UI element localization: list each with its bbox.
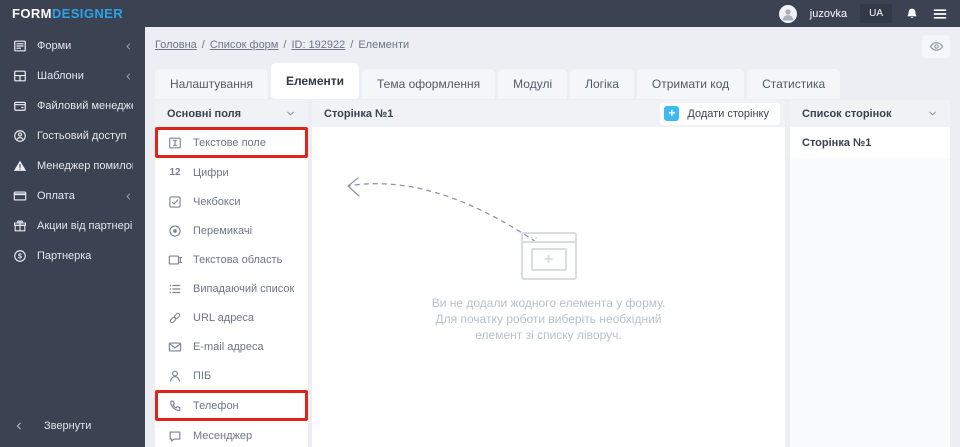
field-item-full-name[interactable]: ПІБ [155, 361, 308, 390]
empty-form-plus-icon: + [530, 248, 567, 271]
guest-access-icon [12, 129, 27, 143]
tab-elements[interactable]: Елементи [270, 63, 359, 99]
sidebar-items: Форми Шаблони Файловий менеджер Гостьови… [0, 31, 145, 271]
person-icon [167, 369, 183, 383]
formdesigner-app: FORMDESIGNER juzovka UA Форми Шаблони Фа… [0, 0, 960, 447]
breadcrumb-separator: / [283, 39, 287, 51]
breadcrumb-form-list[interactable]: Список форм [210, 39, 279, 51]
fields-list: Текстове поле 12 Цифри Чекбокси Перемика… [155, 127, 308, 447]
plus-icon: + [664, 106, 680, 121]
canvas-panel: Сторінка №1 + Додати сторінку + Ви не до… [312, 100, 785, 447]
sidebar-collapse-button[interactable]: Звернути [0, 413, 145, 439]
field-item-text-field[interactable]: Текстове поле [155, 127, 308, 158]
chevron-left-icon [124, 192, 133, 201]
chevron-left-icon [124, 42, 133, 51]
tab-get-code[interactable]: Отримати код [636, 69, 745, 99]
tab-settings[interactable]: Налаштування [155, 69, 268, 99]
chevron-down-icon[interactable] [285, 108, 296, 119]
dropdown-icon [167, 282, 183, 296]
tab-bar: Налаштування Елементи Тема оформлення Модул… [155, 63, 841, 99]
sidebar-item-error-manager[interactable]: Менеджер помилок [0, 151, 145, 181]
chevron-left-icon [14, 421, 24, 431]
breadcrumb: Головна / Список форм / ID: 192922 / Елементи [155, 39, 409, 51]
tab-modules[interactable]: Модулі [498, 69, 568, 99]
gift-icon [12, 219, 27, 233]
field-item-messenger[interactable]: Месенджер [155, 421, 308, 447]
pages-panel: Список сторінок Сторінка №1 [790, 100, 950, 447]
payment-icon [12, 189, 27, 203]
app-logo[interactable]: FORMDESIGNER [12, 6, 123, 21]
avatar-person-icon [782, 8, 794, 20]
sidebar-item-payment[interactable]: Оплата [0, 181, 145, 211]
templates-icon [12, 69, 27, 83]
empty-state: + Ви не додали жодного елемента у форму.… [312, 232, 785, 343]
username[interactable]: juzovka [810, 8, 847, 20]
messenger-icon [167, 429, 183, 443]
field-item-phone[interactable]: Телефон [155, 390, 308, 421]
checkbox-icon [167, 195, 183, 209]
field-item-url[interactable]: URL адреса [155, 303, 308, 332]
error-manager-icon [12, 159, 27, 173]
field-item-textarea[interactable]: Текстова область [155, 245, 308, 274]
sidebar-item-templates[interactable]: Шаблони [0, 61, 145, 91]
tab-logic[interactable]: Логіка [570, 69, 634, 99]
breadcrumb-form-id[interactable]: ID: 192922 [291, 39, 345, 51]
breadcrumb-home[interactable]: Головна [155, 39, 197, 51]
fields-panel: Основні поля Текстове поле 12 Цифри Чекб… [155, 100, 308, 447]
field-item-email[interactable]: E-mail адреса [155, 332, 308, 361]
user-avatar[interactable] [778, 4, 797, 23]
add-page-button[interactable]: + Додати сторінку [660, 102, 780, 125]
affiliate-icon: $ [12, 249, 27, 263]
form-icon [12, 39, 27, 53]
text-field-icon [167, 136, 183, 150]
chevron-down-icon[interactable] [927, 108, 938, 119]
add-page-label: Додати сторінку [687, 107, 769, 120]
empty-state-text: Ви не додали жодного елемента у форму. Д… [431, 296, 666, 342]
radio-icon [167, 224, 183, 238]
breadcrumb-separator: / [201, 39, 205, 51]
field-item-checkboxes[interactable]: Чекбокси [155, 187, 308, 216]
phone-icon [167, 399, 183, 413]
logo-accent: DESIGNER [51, 6, 123, 21]
menu-hamburger-icon[interactable] [932, 6, 948, 22]
language-selector[interactable]: UA [860, 4, 892, 23]
sidebar-item-affiliate[interactable]: $ Партнерка [0, 241, 145, 271]
notifications-bell-icon[interactable] [905, 7, 919, 21]
content-area: Головна / Список форм / ID: 192922/Елементи … [145, 27, 960, 447]
svg-text:$: $ [18, 254, 22, 261]
breadcrumb-separator: / [350, 39, 354, 51]
email-icon [167, 340, 183, 354]
logo-primary: FORM [12, 6, 52, 21]
sidebar-item-guest-access[interactable]: Гостьовий доступ [0, 121, 145, 151]
pages-panel-title: Список сторінок [802, 107, 892, 120]
preview-eye-button[interactable] [922, 35, 950, 58]
field-item-numbers[interactable]: 12 Цифри [155, 158, 308, 187]
file-manager-icon [12, 99, 27, 113]
pages-list: Сторінка №1 [790, 127, 950, 158]
empty-form-icon: + [520, 232, 577, 280]
pages-list-item[interactable]: Сторінка №1 [790, 127, 950, 158]
eye-icon [929, 42, 943, 51]
field-item-dropdown[interactable]: Випадаючий список [155, 274, 308, 303]
topbar-right: juzovka UA [778, 4, 948, 23]
sidebar-nav: Форми Шаблони Файловий менеджер Гостьови… [0, 27, 145, 447]
fields-panel-title: Основні поля [167, 107, 242, 120]
numbers-icon: 12 [169, 167, 181, 178]
sidebar-item-file-manager[interactable]: Файловий менеджер [0, 91, 145, 121]
topbar: FORMDESIGNER juzovka UA [0, 0, 960, 27]
textarea-icon [167, 253, 183, 267]
breadcrumb-elements: Елементи [358, 39, 410, 51]
pages-panel-header[interactable]: Список сторінок [790, 100, 950, 127]
tab-statistics[interactable]: Статистика [747, 69, 841, 99]
tab-theme[interactable]: Тема оформлення [362, 69, 496, 99]
sidebar-collapse-label: Звернути [44, 420, 92, 432]
canvas-header: Сторінка №1 + Додати сторінку [312, 100, 785, 127]
canvas-page-title: Сторінка №1 [324, 107, 394, 120]
chevron-left-icon [124, 72, 133, 81]
fields-panel-header[interactable]: Основні поля [155, 100, 308, 127]
link-icon [167, 311, 183, 325]
field-item-radios[interactable]: Перемикачі [155, 216, 308, 245]
sidebar-item-forms[interactable]: Форми [0, 31, 145, 61]
sidebar-item-partner-promos[interactable]: Акции від партнерів [0, 211, 145, 241]
